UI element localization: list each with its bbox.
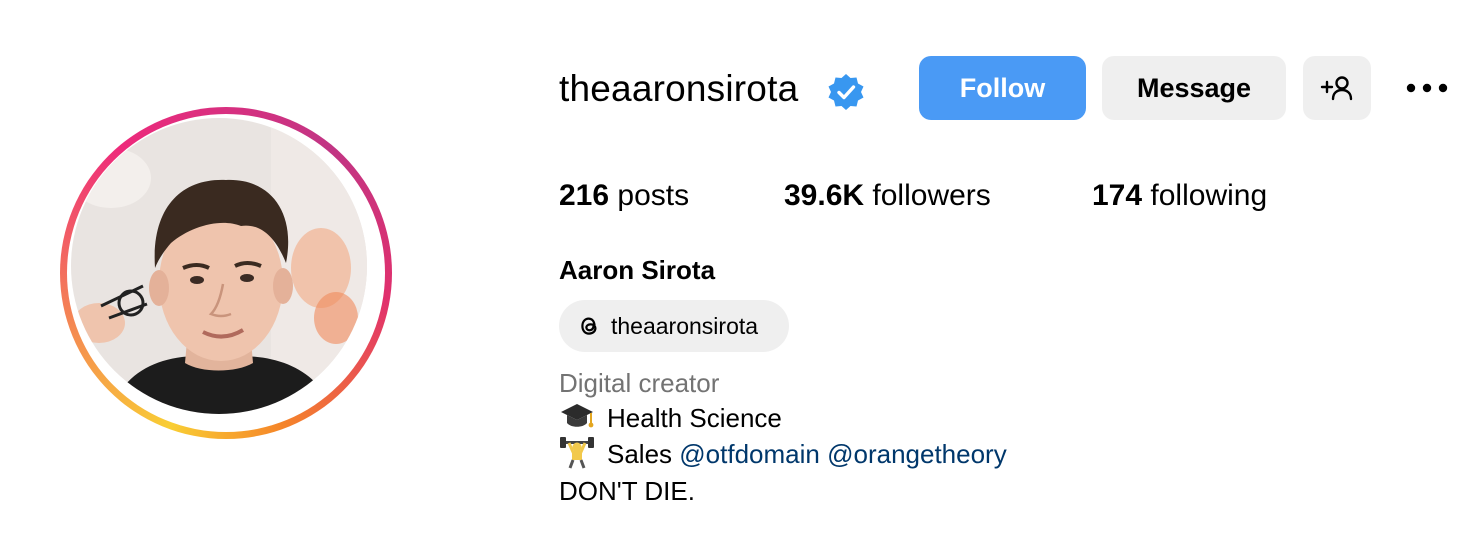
threads-icon [581,317,597,335]
threads-link-chip[interactable]: theaaronsirota [559,300,789,352]
more-horizontal-icon[interactable] [1404,78,1450,98]
message-button[interactable]: Message [1102,56,1286,120]
profile-username: theaaronsirota [559,68,799,109]
bio-line: Sales @otfdomain @orangetheory [559,437,1007,471]
threads-handle: theaaronsirota [611,313,759,339]
following-count: 174 [1092,179,1143,212]
person-add-icon [1320,76,1353,101]
follow-button[interactable]: Follow [919,56,1086,120]
following-stat[interactable]: 174 following [1092,176,1267,216]
profile-full-name: Aaron Sirota [559,255,716,285]
graduation-cap-icon [561,404,594,428]
bio-line-text: Sales [607,439,673,469]
profile-avatar[interactable] [71,118,367,414]
following-label: following [1150,179,1268,212]
followers-stat[interactable]: 39.6K followers [784,176,991,216]
mention-link[interactable]: @orangetheory [827,439,1007,469]
profile-category: Digital creator [559,368,720,398]
posts-count: 216 [559,179,610,212]
posts-label: posts [617,179,690,212]
profile-photo [71,118,367,414]
verified-badge-icon [828,74,864,110]
bio-line: Health Science [559,401,782,435]
bio-line: DON'T DIE. [559,476,695,506]
posts-stat: 216 posts [559,176,689,216]
bio-line-text: Health Science [607,403,782,433]
followers-count: 39.6K [784,179,865,212]
weight-lifter-icon [560,437,594,469]
suggest-similar-button[interactable] [1303,56,1371,120]
mention-link[interactable]: @otfdomain [679,439,820,469]
profile-avatar-ring[interactable] [60,107,392,439]
followers-label: followers [872,179,991,212]
